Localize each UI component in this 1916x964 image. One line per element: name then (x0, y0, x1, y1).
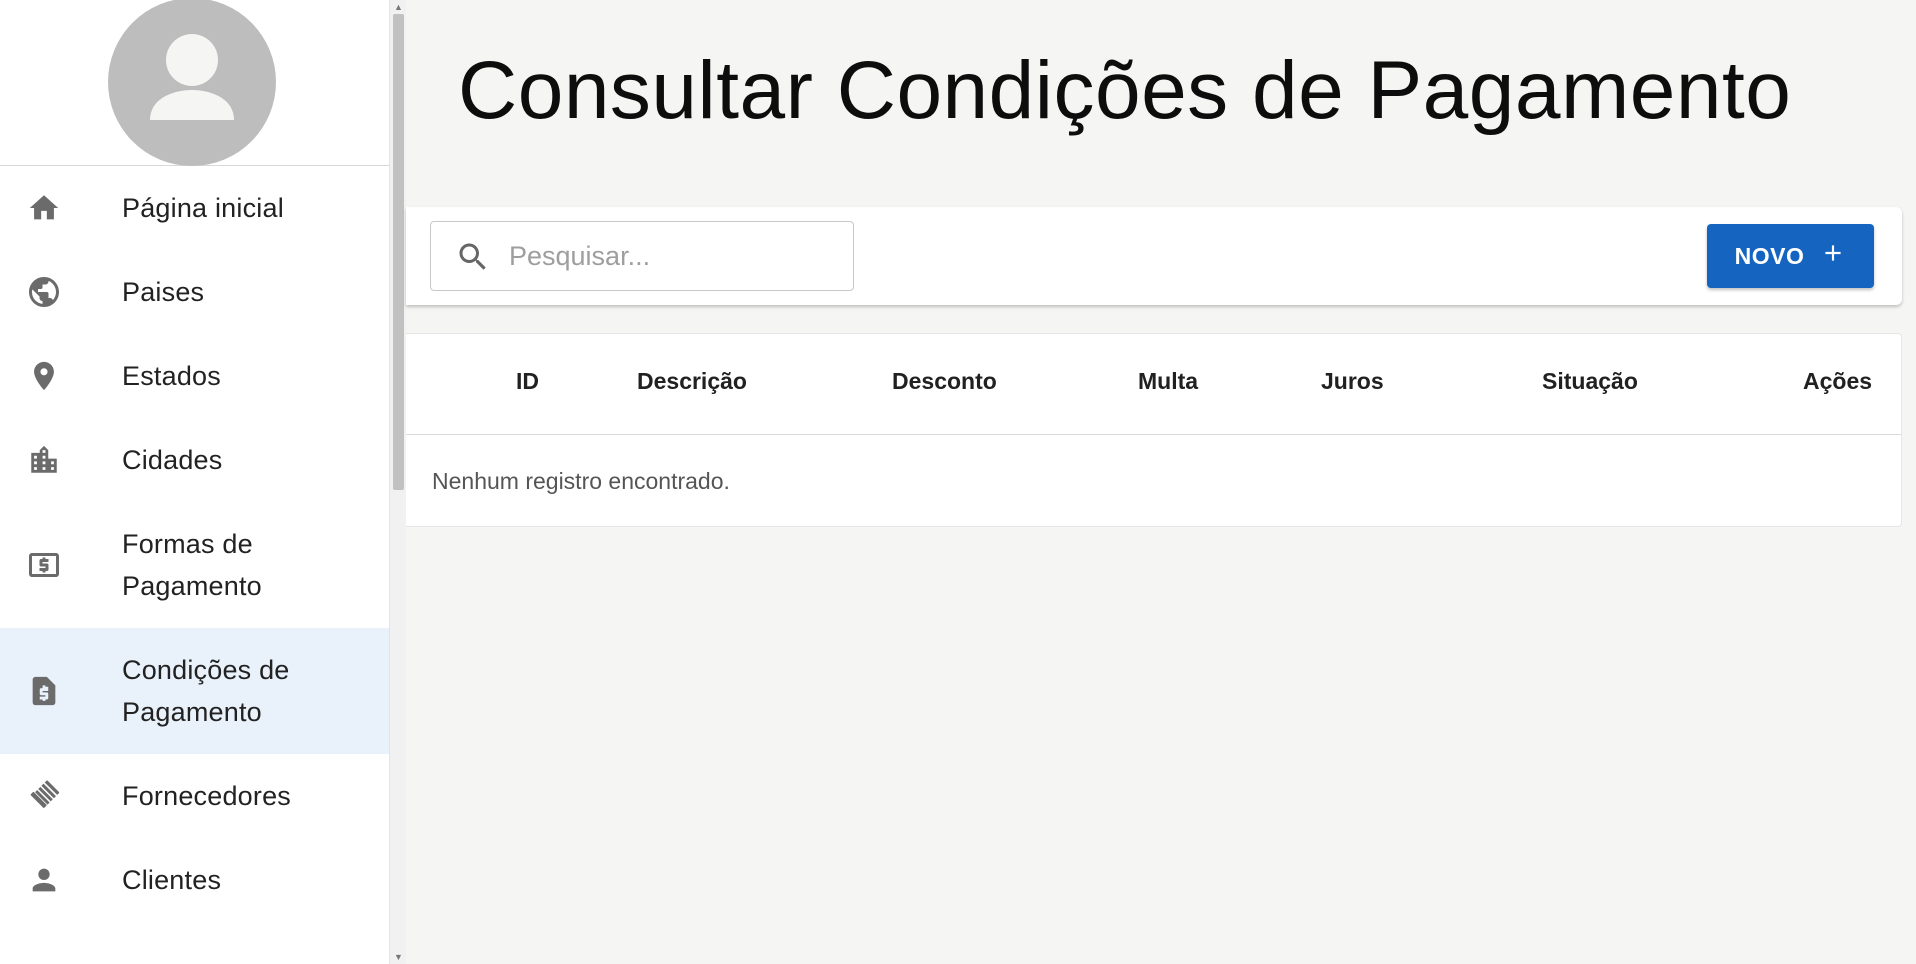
results-table: ID Descrição Desconto Multa Juros Situaç… (406, 333, 1902, 527)
sidebar-item-cidades[interactable]: Cidades (0, 418, 389, 502)
new-button-label: NOVO (1734, 242, 1805, 269)
invoice-icon (26, 673, 62, 709)
app-root: Página inicial Paises Estados Cidades Fo… (0, 0, 1916, 964)
table-header: ID Descrição Desconto Multa Juros Situaç… (406, 334, 1901, 435)
money-icon (26, 547, 62, 583)
sidebar-item-label: Clientes (122, 865, 222, 895)
home-icon (26, 190, 62, 226)
column-header-situacao[interactable]: Situação (1542, 368, 1638, 395)
search-icon (455, 239, 491, 280)
sidebar: Página inicial Paises Estados Cidades Fo… (0, 0, 389, 964)
search-input[interactable] (509, 222, 839, 290)
sidebar-item-estados[interactable]: Estados (0, 334, 389, 418)
scrollbar-thumb[interactable] (393, 14, 404, 490)
new-button[interactable]: NOVO (1707, 224, 1874, 288)
main-content: Consultar Condições de Pagamento NOVO ID… (406, 0, 1916, 964)
location-pin-icon (26, 358, 62, 394)
scroll-down-arrow-icon[interactable]: ▼ (390, 950, 407, 964)
column-header-juros[interactable]: Juros (1321, 368, 1384, 395)
toolbar: NOVO (406, 207, 1902, 305)
sidebar-item-label: Cidades (122, 445, 223, 475)
sidebar-scrollbar[interactable]: ▲ ▼ (389, 0, 406, 964)
column-header-descricao[interactable]: Descrição (637, 368, 747, 395)
empty-message: Nenhum registro encontrado. (432, 468, 730, 494)
sidebar-item-label: Paises (122, 277, 205, 307)
avatar[interactable] (108, 0, 276, 166)
sidebar-item-label: Condições de Pagamento (122, 655, 290, 727)
sidebar-item-paises[interactable]: Paises (0, 250, 389, 334)
sidebar-item-clientes[interactable]: Clientes (0, 838, 389, 922)
column-header-id[interactable]: ID (516, 368, 539, 395)
sidebar-item-formas-de-pagamento[interactable]: Formas de Pagamento (0, 502, 389, 628)
globe-icon (26, 274, 62, 310)
handshake-icon (26, 778, 62, 814)
column-header-acoes: Ações (1803, 368, 1873, 394)
page-title: Consultar Condições de Pagamento (458, 45, 1792, 136)
city-icon (26, 442, 62, 478)
sidebar-item-label: Estados (122, 361, 221, 391)
scroll-up-arrow-icon[interactable]: ▲ (390, 0, 407, 14)
user-avatar-icon (150, 34, 234, 120)
column-header-multa[interactable]: Multa (1138, 368, 1198, 395)
sidebar-item-pagina-inicial[interactable]: Página inicial (0, 166, 389, 250)
sidebar-item-label: Formas de Pagamento (122, 529, 262, 601)
person-icon (26, 862, 62, 898)
plus-icon (1820, 240, 1846, 272)
search-box[interactable] (430, 221, 854, 291)
avatar-section (0, 0, 389, 166)
sidebar-item-fornecedores[interactable]: Fornecedores (0, 754, 389, 838)
column-header-desconto[interactable]: Desconto (892, 368, 997, 395)
sidebar-item-condicoes-de-pagamento[interactable]: Condições de Pagamento (0, 628, 389, 754)
sidebar-item-label: Página inicial (122, 193, 284, 223)
sidebar-item-label: Fornecedores (122, 781, 291, 811)
sidebar-nav: Página inicial Paises Estados Cidades Fo… (0, 166, 389, 922)
